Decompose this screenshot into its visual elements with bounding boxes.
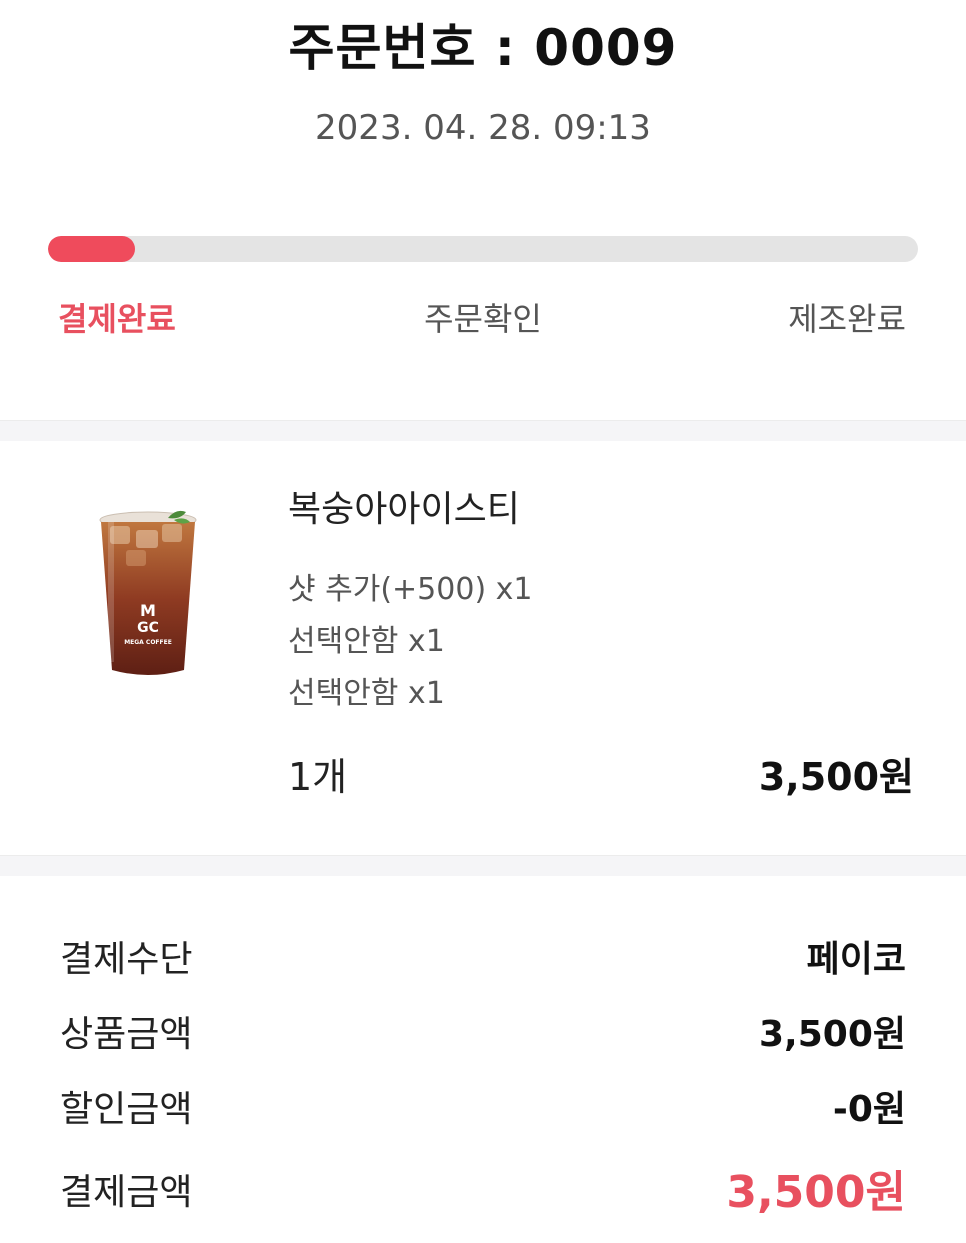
item-quantity: 1개	[288, 755, 348, 799]
section-divider	[0, 420, 966, 441]
cup-logo-text: MEGA COFFEE	[124, 639, 172, 646]
product-amount-label: 상품금액	[60, 1014, 193, 1055]
discount-amount-value: -0원	[832, 1089, 906, 1130]
order-status-page: 주문번호 : 0009 2023. 04. 28. 09:13 결제완료 주문확…	[0, 0, 966, 1243]
product-amount-value: 3,500원	[759, 1014, 906, 1055]
cup-logo-m: M	[140, 601, 156, 620]
cup-logo-gc: GC	[137, 620, 159, 636]
step-preparation-complete: 제조완료	[788, 300, 906, 338]
item-option: 선택안함 x1	[288, 676, 445, 711]
payment-method-value: 페이코	[806, 939, 906, 980]
order-progress-bar	[48, 236, 918, 262]
section-divider	[0, 855, 966, 876]
order-datetime: 2023. 04. 28. 09:13	[315, 108, 651, 148]
order-number-title: 주문번호 : 0009	[288, 19, 678, 77]
total-amount-value: 3,500원	[726, 1167, 906, 1218]
order-progress-fill	[48, 236, 135, 262]
product-image: M GC MEGA COFFEE	[99, 510, 197, 675]
discount-amount-label: 할인금액	[60, 1089, 193, 1130]
payment-method-label: 결제수단	[60, 939, 193, 980]
item-option: 샷 추가(+500) x1	[288, 572, 533, 607]
item-price: 3,500원	[758, 755, 914, 799]
total-amount-label: 결제금액	[60, 1172, 193, 1213]
item-option: 선택안함 x1	[288, 624, 445, 659]
item-name: 복숭아아이스티	[288, 489, 520, 530]
